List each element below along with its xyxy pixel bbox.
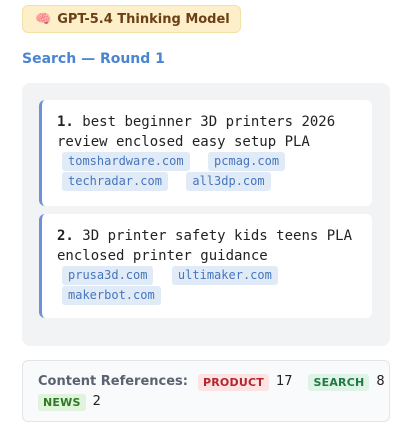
references-row: NEWS 2 — [38, 392, 389, 412]
content-references-label: Content References: — [38, 374, 188, 389]
search-count: 8 — [376, 374, 385, 389]
domain-tag[interactable]: pcmag.com — [208, 152, 286, 171]
references-row: Content References: PRODUCT 17 SEARCH 8 — [38, 372, 389, 392]
model-label: GPT-5.4 Thinking Model — [57, 11, 230, 27]
model-badge: 🧠 GPT-5.4 Thinking Model — [22, 5, 241, 33]
query-card: 2. 3D printer safety kids teens PLA encl… — [39, 214, 372, 318]
domain-tag[interactable]: all3dp.com — [186, 172, 271, 191]
search-round-title: Search — Round 1 — [22, 51, 165, 67]
news-badge: NEWS — [38, 393, 86, 411]
brain-icon: 🧠 — [35, 11, 52, 27]
content-references-panel: Content References: PRODUCT 17 SEARCH 8 … — [22, 360, 390, 422]
domain-tag[interactable]: ultimaker.com — [171, 266, 278, 285]
query-number: 2. — [57, 228, 74, 244]
query-number: 1. — [57, 114, 74, 130]
query-text: best beginner 3D printers 2026 review en… — [57, 114, 336, 150]
domain-tag[interactable]: tomshardware.com — [62, 152, 190, 171]
product-badge: PRODUCT — [198, 373, 269, 391]
product-count: 17 — [275, 374, 293, 389]
search-queries-panel: 1. best beginner 3D printers 2026 review… — [22, 83, 390, 346]
news-count: 2 — [92, 394, 101, 409]
domain-tag[interactable]: makerbot.com — [62, 286, 161, 305]
query-text: 3D printer safety kids teens PLA enclose… — [57, 228, 353, 264]
domain-tag[interactable]: prusa3d.com — [62, 266, 154, 285]
domain-tag[interactable]: techradar.com — [62, 172, 168, 191]
query-card: 1. best beginner 3D printers 2026 review… — [39, 100, 372, 206]
search-badge: SEARCH — [308, 373, 370, 391]
